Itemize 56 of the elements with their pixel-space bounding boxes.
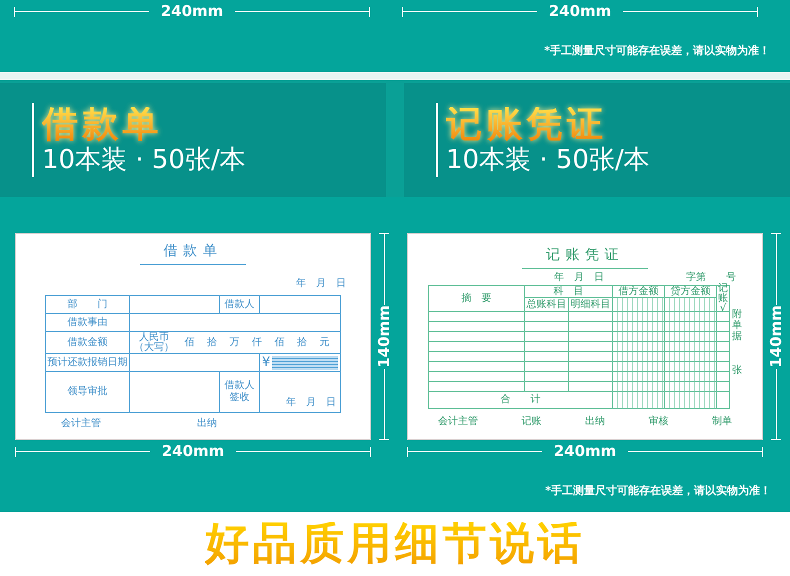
form-date: 年 月 日 [554,273,604,283]
form-text: 出纳 [197,419,217,429]
form-text: 拾 [297,338,308,348]
form-text: 会计主管 [438,417,478,427]
dimension-label: 240mm [552,444,618,459]
form-date: 年 月 日 [296,278,346,289]
dimension-label: 240mm [160,444,226,459]
form-text: （大写） [134,342,174,352]
form-text: 元 [320,338,330,348]
form-text: 记账 [522,417,542,427]
form-label: 科 目 [554,286,584,296]
form-text: 人民币 [139,332,169,342]
form-title: 记账凭证 [546,247,624,263]
dimension-line [379,368,389,440]
product-subtitle: 10本装 · 50张/本 [446,147,650,173]
form-label: 摘 要 [462,294,492,304]
form-label: 张 [732,366,742,376]
form-label: 明细科目 [570,300,610,310]
form-mark: √ [720,304,726,314]
form-text: 审核 [648,417,668,427]
dimension-label: 140mm [376,305,392,368]
form-label: 借款金额 [68,338,108,348]
form-date: 年 月 日 [286,398,336,408]
form-text: 制单 [712,417,732,427]
dimension-label: 240mm [548,4,612,19]
form-label: 借款事由 [68,318,108,328]
form-label: 借方金额 [618,286,658,296]
measurement-note: *手工测量尺寸可能存在误差，请以实物为准！ [544,43,770,59]
form-title: 借款单 [164,243,222,259]
form-label: 领导审批 [68,387,108,397]
dimension-label: 140mm [768,305,784,368]
form-text: 佰 [274,338,285,348]
form-label: 合 计 [500,395,540,405]
dimension-line [771,368,781,440]
dimension-line [379,233,389,304]
form-text: 万 [229,338,240,348]
amount-grid [272,356,338,370]
form-label: 总账科目 [526,300,566,310]
form-label: 记账 [718,284,728,304]
form-text: 会计主管 [61,419,101,429]
form-label: 预计还款报销日期 [48,358,128,368]
form-label: 借款人 [224,300,254,310]
form-label: 借款人签收 [224,380,256,404]
form-label: 部 门 [68,300,108,310]
form-text: 佰 [184,338,194,348]
product-subtitle: 10本装 · 50张/本 [42,147,246,173]
form-number: 字第 号 [686,273,736,283]
form-text: 仟 [252,338,262,348]
form-label: 附单据 [732,309,742,342]
form-label: 贷方金额 [670,286,710,296]
dimension-line [771,233,781,304]
dimension-label: 240mm [160,4,224,19]
form-text: 拾 [206,338,217,348]
yuan-sign: ¥ [262,356,270,369]
form-text: 出纳 [585,417,605,427]
measurement-note: *手工测量尺寸可能存在误差，请以实物为准！ [545,483,771,499]
